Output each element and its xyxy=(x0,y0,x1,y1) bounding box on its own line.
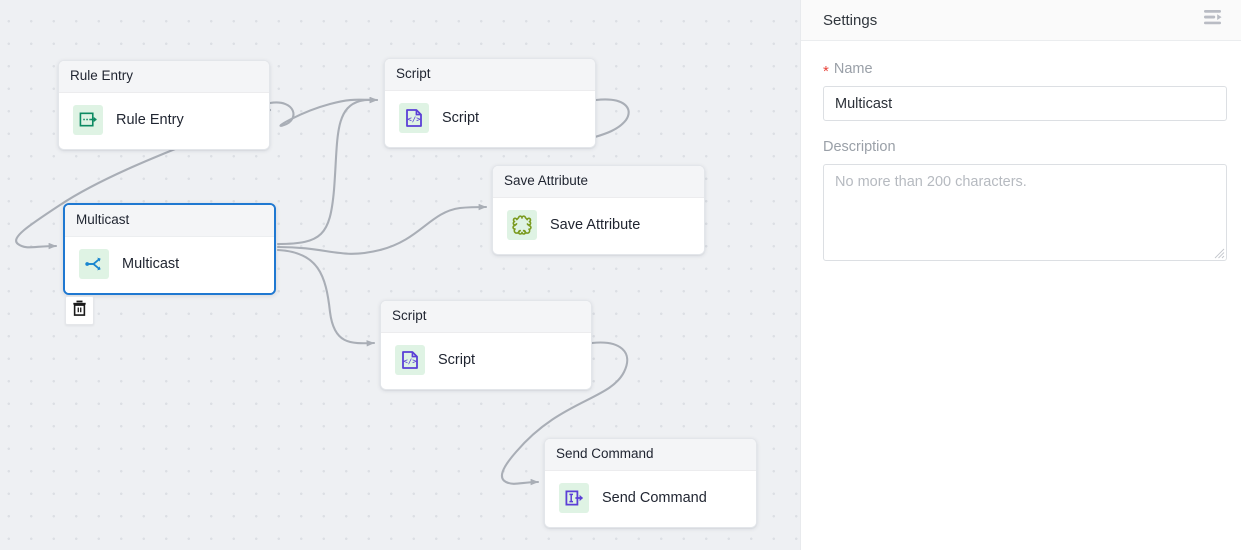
script-icon: </> xyxy=(399,102,429,133)
node-header-title: Save Attribute xyxy=(493,166,704,198)
node-label: Multicast xyxy=(122,255,180,272)
node-body: Send Command xyxy=(545,470,756,527)
name-input[interactable] xyxy=(823,86,1227,121)
node-header-title: Script xyxy=(381,301,591,333)
settings-panel-header: Settings xyxy=(801,0,1241,41)
settings-form: * Name Description xyxy=(801,41,1241,265)
name-field-label: * Name xyxy=(823,61,1227,80)
svg-text:</>: </> xyxy=(403,356,417,365)
multicast-icon xyxy=(79,248,109,279)
save-attribute-icon xyxy=(507,209,537,240)
edge-multicast-save-attribute xyxy=(276,203,488,255)
delete-node-button[interactable] xyxy=(65,296,94,325)
name-field-group: * Name xyxy=(823,61,1227,121)
svg-text:</>: </> xyxy=(407,114,421,123)
node-header-title: Multicast xyxy=(65,205,274,237)
node-save-attribute[interactable]: Save Attribute Save Attribute xyxy=(492,165,705,255)
node-script-2[interactable]: Script </> Script xyxy=(380,300,592,390)
node-header-title: Rule Entry xyxy=(59,61,269,93)
edge-multicast-script-1 xyxy=(276,96,379,246)
description-field-label: Description xyxy=(823,139,1227,155)
description-textarea-wrap xyxy=(823,164,1227,261)
panel-title: Settings xyxy=(823,11,878,29)
description-textarea[interactable] xyxy=(823,164,1227,261)
node-rule-entry[interactable]: Rule Entry Rule Entry xyxy=(58,60,270,150)
node-script-1[interactable]: Script </> Script xyxy=(384,58,596,148)
node-header-title: Send Command xyxy=(545,439,756,471)
node-body: Multicast xyxy=(65,236,274,293)
edge-rule-entry-script-1 xyxy=(268,96,379,127)
indent-panel-icon[interactable] xyxy=(1203,9,1224,31)
node-label: Script xyxy=(438,351,476,368)
edge-multicast-script-2 xyxy=(276,248,376,347)
node-send-command[interactable]: Send Command Send Command xyxy=(544,438,757,528)
name-label-text: Name xyxy=(833,61,873,77)
node-header-title: Script xyxy=(385,59,595,91)
node-label: Rule Entry xyxy=(116,111,184,128)
script-icon: </> xyxy=(395,344,425,375)
form-spacer xyxy=(823,125,1227,139)
required-asterisk: * xyxy=(823,63,829,80)
node-multicast[interactable]: Multicast Multicast xyxy=(63,203,276,295)
node-body: </> Script xyxy=(381,332,591,389)
send-command-icon xyxy=(559,482,589,513)
settings-panel: Settings * Name Multicast Description No… xyxy=(800,0,1241,550)
node-body: </> Script xyxy=(385,90,595,147)
node-label: Script xyxy=(442,109,480,126)
description-label-text: Description xyxy=(823,139,896,155)
node-label: Send Command xyxy=(602,489,707,506)
node-label: Save Attribute xyxy=(550,216,641,233)
workflow-canvas[interactable]: Rule Entry Rule Entry Script </> Script … xyxy=(0,0,800,550)
node-body: Rule Entry xyxy=(59,92,269,149)
node-body: Save Attribute xyxy=(493,197,704,254)
rule-entry-icon xyxy=(73,104,103,135)
trash-icon xyxy=(72,300,87,321)
description-field-group: Description xyxy=(823,139,1227,261)
workflow-editor: Rule Entry Rule Entry Script </> Script … xyxy=(0,0,1241,550)
